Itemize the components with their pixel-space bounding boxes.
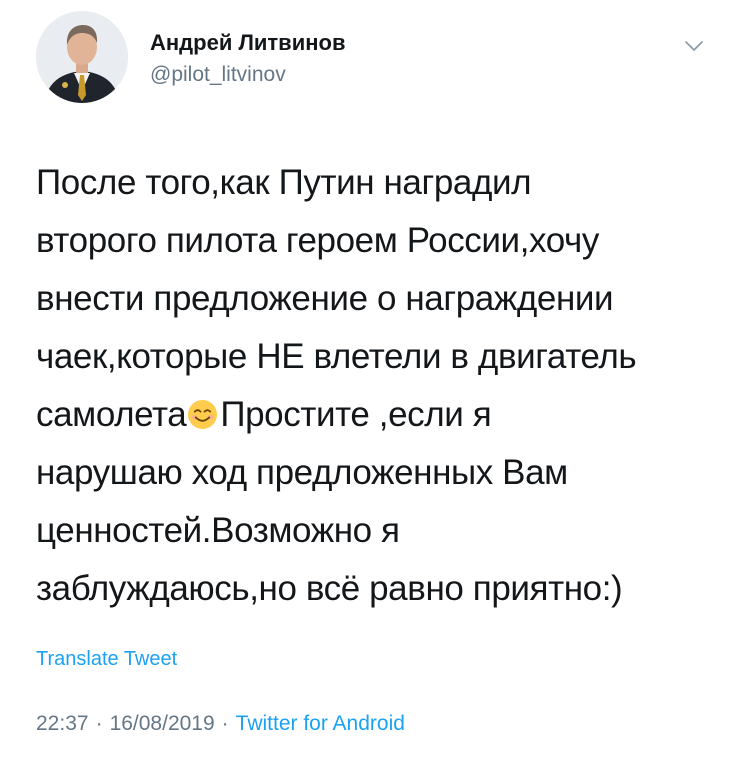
tweet-line: второго пилота героем России,хочу [36,221,599,260]
tweet-line-segment: самолета [36,395,187,434]
author-handle[interactable]: @pilot_litvinov [150,63,286,87]
tweet-source-link[interactable]: Twitter for Android [236,712,405,735]
tweet-card: Андрей Литвинов @pilot_litvinov После то… [0,0,736,768]
author-name[interactable]: Андрей Литвинов [150,30,346,56]
tweet-line-segment: Простите ,если я [220,395,492,434]
smiling-face-icon [187,390,218,430]
tweet-line: заблуждаюсь,но всё равно приятно:) [36,569,623,608]
tweet-date[interactable]: 16/08/2019 [110,712,215,735]
tweet-line: нарушаю ход предложенных Вам [36,453,568,492]
tweet-line-with-emoji: самолета Простите ,если я [36,386,706,444]
avatar[interactable] [36,11,128,103]
tweet-line: чаек,которые НЕ влетели в двигатель [36,337,637,376]
tweet-time[interactable]: 22:37 [36,712,89,735]
tweet-line: внести предложение о награждении [36,279,614,318]
meta-separator: · [221,712,229,735]
tweet-meta: 22:37 · 16/08/2019 · Twitter for Android [36,712,405,736]
tweet-text: После того,как Путин наградил второго пи… [36,154,706,618]
tweet-line: После того,как Путин наградил [36,163,532,202]
tweet-line: ценностей.Возможно я [36,511,400,550]
chevron-down-icon[interactable] [683,38,705,54]
meta-separator: · [95,712,103,735]
translate-tweet-link[interactable]: Translate Tweet [36,648,177,671]
avatar-image [36,11,128,103]
